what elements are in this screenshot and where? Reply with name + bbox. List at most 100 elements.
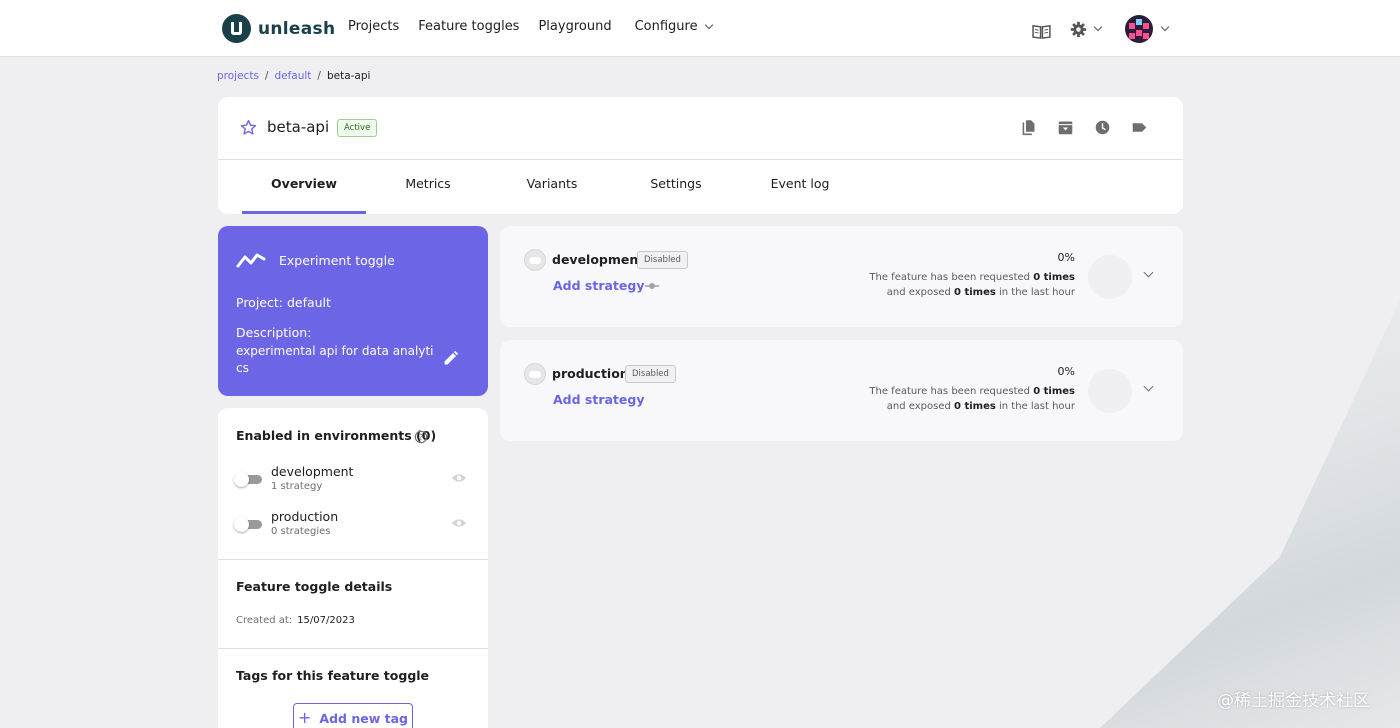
app-name: unleash	[258, 18, 336, 39]
add-new-tag-button[interactable]: + Add new tag	[293, 703, 413, 728]
unleash-logo-icon	[222, 14, 251, 43]
breadcrumb-project[interactable]: default	[274, 70, 311, 82]
main-nav: Projects Feature toggles Playground Conf…	[348, 19, 713, 34]
experiment-trend-icon	[236, 253, 266, 268]
header-actions	[1020, 119, 1148, 136]
tag-icon[interactable]	[1131, 119, 1148, 136]
exposed-text: and exposed	[886, 287, 954, 298]
exposure-gauge	[1088, 255, 1132, 299]
favorite-star-icon[interactable]	[240, 119, 257, 136]
created-at-label: Created at:	[236, 615, 293, 626]
environment-name: production	[271, 509, 339, 524]
exposed-suffix: in the last hour	[995, 401, 1075, 412]
feature-details-card: Enabled in environments (0) ? developmen…	[218, 408, 488, 728]
exposure-percentage: 0%	[1057, 251, 1075, 264]
breadcrumb-separator: /	[264, 70, 269, 82]
nav-projects[interactable]: Projects	[348, 19, 399, 34]
created-at: Created at: 15/07/2023	[236, 615, 355, 626]
feature-tabs: Overview Metrics Variants Settings Event…	[242, 160, 862, 214]
tab-event-log[interactable]: Event log	[738, 160, 862, 214]
environment-row-production: production 0 strategies	[234, 509, 474, 543]
requested-text: The feature has been requested	[869, 386, 1034, 397]
archive-icon[interactable]	[1057, 119, 1074, 136]
page-title: beta-api	[267, 118, 330, 136]
toggle-type-label: Experiment toggle	[279, 253, 395, 268]
cloud-icon	[524, 363, 546, 385]
settings-gear-icon[interactable]	[1070, 21, 1087, 38]
divider	[218, 648, 488, 649]
edit-pencil-icon[interactable]	[442, 350, 459, 367]
project-label: Project: default	[236, 295, 331, 310]
disabled-badge: Disabled	[637, 251, 688, 269]
user-avatar[interactable]	[1125, 15, 1153, 43]
tab-variants[interactable]: Variants	[490, 160, 614, 214]
requested-text: The feature has been requested	[869, 272, 1034, 283]
tags-title: Tags for this feature toggle	[236, 668, 430, 683]
exposed-text: and exposed	[886, 401, 954, 412]
exposure-gauge	[1088, 369, 1132, 413]
add-strategy-link[interactable]: Add strategy	[553, 392, 645, 407]
environment-toggle[interactable]	[234, 517, 262, 532]
tab-settings[interactable]: Settings	[614, 160, 738, 214]
history-clock-icon[interactable]	[1094, 119, 1111, 136]
svg-text:?: ?	[419, 433, 423, 442]
requested-stat: The feature has been requested 0 times	[869, 272, 1075, 283]
feature-header-card: beta-api Active Overview Metrics Variant…	[218, 97, 1183, 214]
environment-card-name: production	[552, 366, 629, 381]
environment-row-development: development 1 strategy	[234, 464, 474, 498]
eye-icon[interactable]	[451, 517, 467, 529]
exposed-stat: and exposed 0 times in the last hour	[887, 401, 1075, 412]
environment-strategy-count: 0 strategies	[271, 526, 331, 537]
environment-name: development	[271, 464, 354, 479]
tab-metrics[interactable]: Metrics	[366, 160, 490, 214]
divider	[218, 559, 488, 560]
chevron-down-icon	[704, 20, 713, 29]
description-value: experimental api for data analytics	[236, 344, 434, 375]
requested-count: 0 times	[1033, 386, 1075, 397]
chevron-down-icon[interactable]	[1141, 267, 1156, 282]
feature-details-title: Feature toggle details	[236, 579, 393, 594]
help-icon[interactable]: ?	[414, 430, 428, 444]
nav-configure-label: Configure	[634, 19, 698, 34]
status-badge: Active	[337, 119, 378, 137]
nav-feature-toggles[interactable]: Feature toggles	[418, 19, 519, 34]
documentation-book-icon[interactable]	[1032, 24, 1051, 39]
nav-configure[interactable]: Configure	[634, 19, 713, 34]
watermark: @稀土掘金技术社区	[1217, 691, 1370, 711]
feature-summary-card: Experiment toggle Project: default Descr…	[218, 226, 488, 396]
description-label: Description:	[236, 325, 312, 340]
enabled-environments-title: Enabled in environments (0)	[236, 428, 437, 443]
created-at-value: 15/07/2023	[297, 615, 355, 626]
environment-card-development[interactable]: development Disabled Add strategy 0% The…	[500, 226, 1183, 327]
add-new-tag-label: Add new tag	[319, 710, 408, 726]
cloud-icon	[524, 249, 546, 271]
exposed-stat: and exposed 0 times in the last hour	[887, 287, 1075, 298]
chevron-down-icon[interactable]	[1093, 22, 1103, 32]
disabled-badge: Disabled	[625, 365, 676, 383]
environment-card-name: development	[552, 252, 645, 267]
requested-count: 0 times	[1033, 272, 1075, 283]
copy-icon[interactable]	[1020, 119, 1037, 136]
exposure-percentage: 0%	[1057, 365, 1075, 378]
strategy-drag-icon[interactable]	[644, 281, 660, 291]
chevron-down-icon[interactable]	[1160, 22, 1170, 32]
environment-strategy-count: 1 strategy	[271, 481, 323, 492]
unleash-logo[interactable]: unleash	[222, 14, 335, 43]
top-right-actions	[1032, 15, 1170, 43]
exposed-count: 0 times	[954, 401, 996, 412]
breadcrumb-separator: /	[317, 70, 321, 82]
breadcrumb-current: beta-api	[326, 70, 371, 82]
breadcrumb-projects[interactable]: projects	[217, 70, 259, 82]
environment-card-production[interactable]: production Disabled Add strategy 0% The …	[500, 340, 1183, 441]
add-strategy-link[interactable]: Add strategy	[553, 278, 645, 293]
chevron-down-icon[interactable]	[1141, 381, 1156, 396]
eye-icon[interactable]	[451, 472, 467, 484]
requested-stat: The feature has been requested 0 times	[869, 386, 1075, 397]
breadcrumb: projects / default / beta-api	[217, 70, 370, 82]
exposed-count: 0 times	[954, 287, 996, 298]
tab-overview[interactable]: Overview	[242, 160, 366, 214]
environment-toggle[interactable]	[234, 472, 262, 487]
nav-playground[interactable]: Playground	[538, 19, 611, 34]
plus-icon: +	[298, 708, 312, 727]
exposed-suffix: in the last hour	[995, 287, 1075, 298]
